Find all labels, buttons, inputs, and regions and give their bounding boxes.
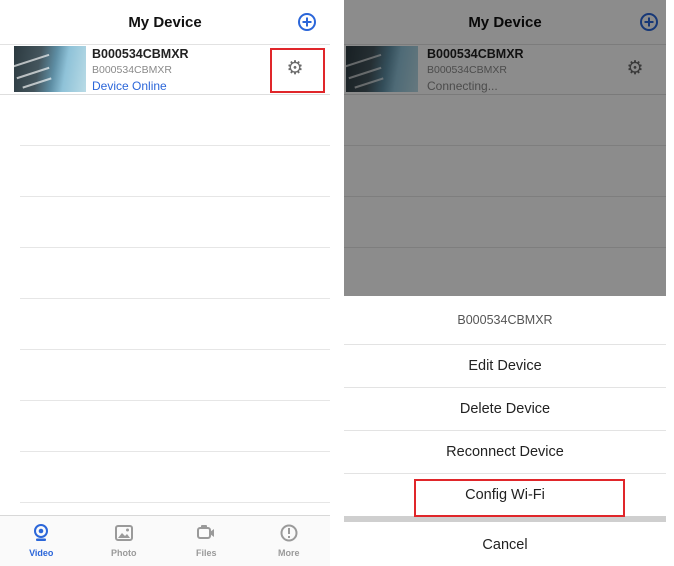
- delete-device-button[interactable]: Delete Device: [344, 388, 666, 431]
- tab-files-label: Files: [195, 548, 217, 558]
- tab-video[interactable]: Video: [0, 516, 83, 566]
- device-list-screen: My Device B000534CBMXR B000534CBMXR Devi…: [0, 0, 330, 566]
- image-icon: [114, 525, 133, 541]
- tab-more[interactable]: More: [248, 516, 331, 566]
- tab-photo-label: Photo: [111, 548, 137, 558]
- info-circle-icon: [280, 524, 298, 542]
- add-device-plus-icon[interactable]: [298, 13, 316, 31]
- tab-files[interactable]: Files: [165, 516, 248, 566]
- action-sheet-title: B000534CBMXR: [344, 296, 666, 345]
- device-thumbnail: [14, 46, 86, 92]
- device-name: B000534CBMXR: [92, 47, 189, 61]
- cancel-button[interactable]: Cancel: [344, 524, 666, 566]
- device-uid: B000534CBMXR: [92, 64, 172, 76]
- edit-device-button[interactable]: Edit Device: [344, 345, 666, 388]
- tab-photo[interactable]: Photo: [83, 516, 166, 566]
- device-action-screen: My Device B000534CBMXR B000534CBMXR Conn…: [344, 0, 666, 566]
- highlight-box-settings: [270, 48, 325, 93]
- tab-more-label: More: [277, 548, 300, 558]
- modal-overlay[interactable]: [344, 0, 666, 296]
- reconnect-device-button[interactable]: Reconnect Device: [344, 431, 666, 474]
- device-status: Device Online: [92, 79, 167, 93]
- highlight-box-config-wifi: [414, 479, 625, 517]
- camera-icon: [34, 524, 49, 541]
- tab-video-label: Video: [29, 548, 54, 558]
- action-sheet: B000534CBMXR Edit Device Delete Device R…: [344, 296, 666, 566]
- video-file-icon: [197, 525, 215, 539]
- page-title: My Device: [128, 14, 202, 31]
- navigation-bar: My Device: [0, 0, 330, 45]
- tab-bar: Video Photo Files More: [0, 515, 330, 566]
